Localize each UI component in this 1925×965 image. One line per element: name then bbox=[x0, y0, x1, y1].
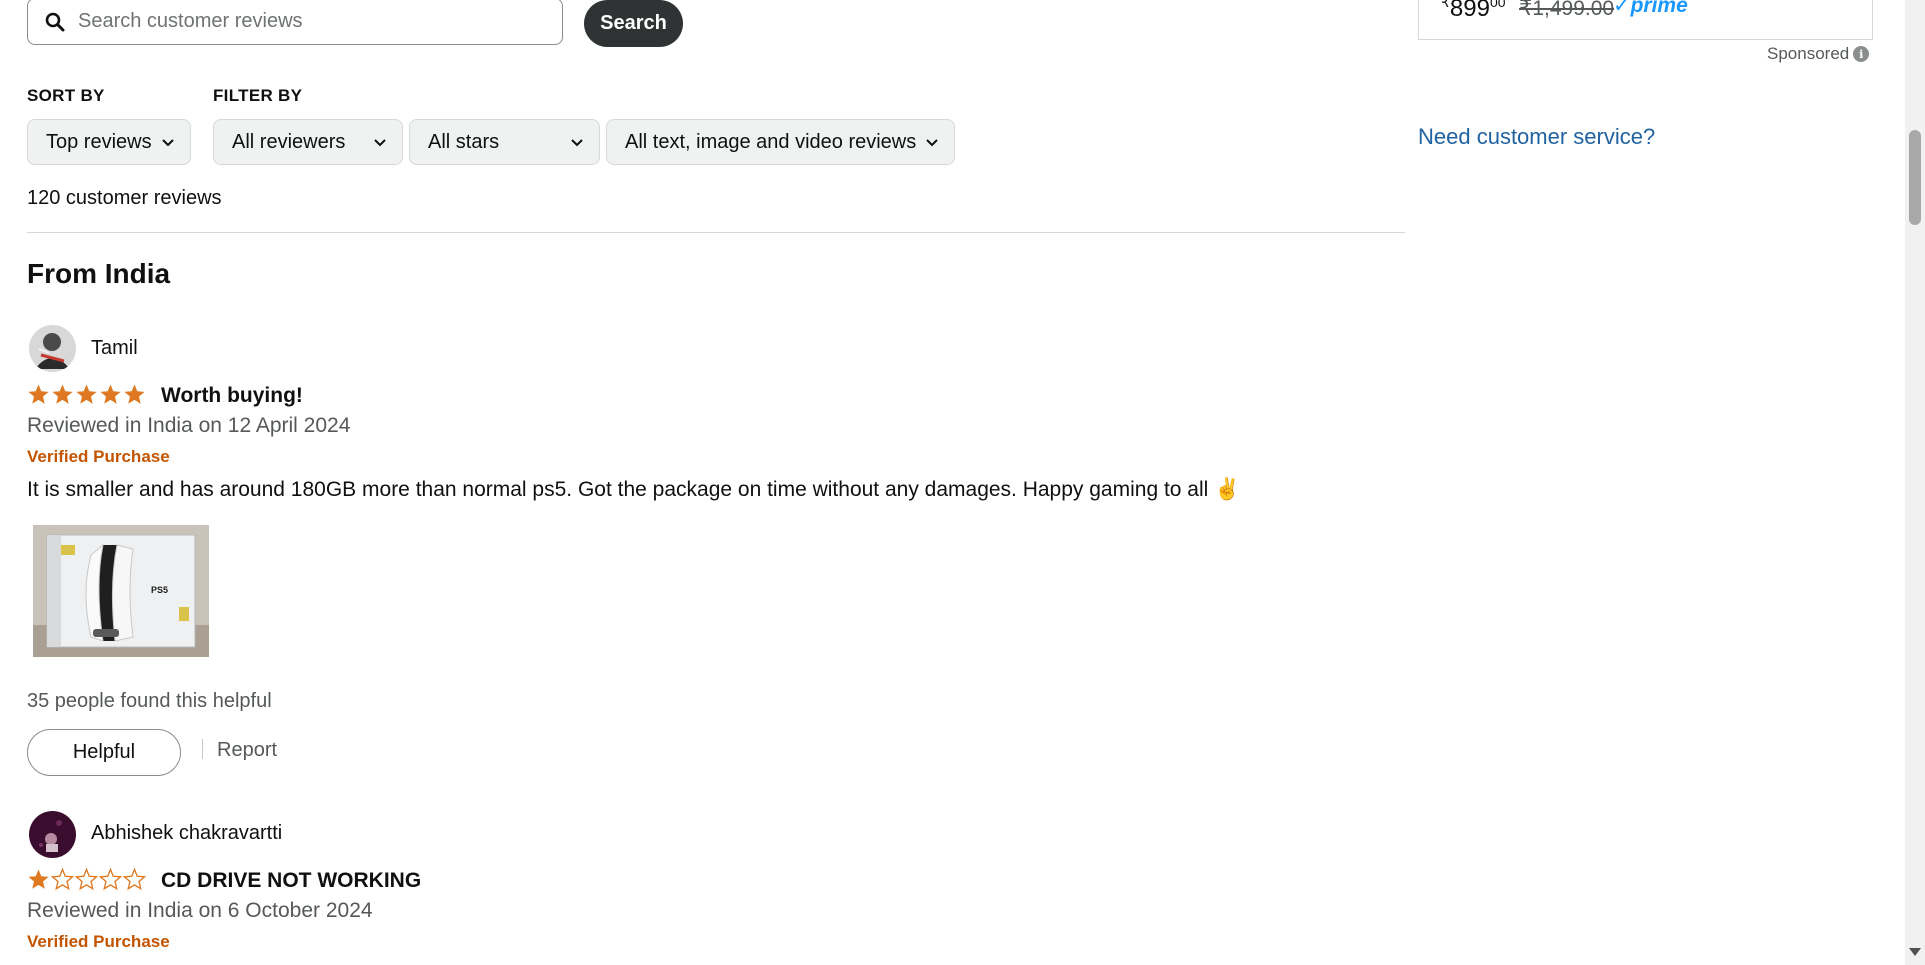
star-filled-icon bbox=[52, 384, 73, 404]
reviewer-filter-dropdown[interactable]: All reviewers bbox=[213, 119, 403, 165]
star-rating[interactable] bbox=[27, 868, 146, 891]
sort-dropdown[interactable]: Top reviews bbox=[27, 119, 191, 165]
review-search-box[interactable] bbox=[27, 0, 563, 45]
review-date: Reviewed in India on 6 October 2024 bbox=[27, 899, 373, 922]
chevron-down-icon bbox=[571, 139, 583, 147]
sponsored-text: Sponsored bbox=[1767, 44, 1850, 63]
sponsored-label[interactable]: Sponsored i bbox=[1767, 44, 1870, 64]
avatar[interactable] bbox=[29, 325, 76, 372]
scroll-down-arrow-icon[interactable] bbox=[1909, 948, 1921, 956]
review-date: Reviewed in India on 12 April 2024 bbox=[27, 414, 351, 437]
prime-badge: ✓prime bbox=[1613, 0, 1688, 17]
star-empty-icon bbox=[99, 868, 122, 891]
info-icon[interactable]: i bbox=[1853, 46, 1870, 62]
reviewer-name[interactable]: Abhishek chakravartti bbox=[91, 822, 282, 845]
star-empty-icon bbox=[123, 868, 146, 891]
divider bbox=[202, 739, 203, 759]
review-image-thumbnail[interactable]: PS5 bbox=[33, 525, 209, 657]
search-icon bbox=[42, 9, 68, 35]
star-filter-dropdown[interactable]: All stars bbox=[409, 119, 600, 165]
svg-text:PS5: PS5 bbox=[151, 585, 168, 595]
helpful-button[interactable]: Helpful bbox=[27, 729, 181, 776]
review-title[interactable]: CD DRIVE NOT WORKING bbox=[161, 869, 421, 893]
divider bbox=[27, 232, 1405, 233]
media-filter-dropdown[interactable]: All text, image and video reviews bbox=[606, 119, 955, 165]
currency-symbol: ₹ bbox=[1441, 0, 1450, 10]
verified-purchase-badge: Verified Purchase bbox=[27, 932, 170, 951]
star-filled-icon bbox=[28, 869, 49, 889]
media-filter-value: All text, image and video reviews bbox=[625, 130, 917, 153]
reviewer-filter-value: All reviewers bbox=[232, 130, 346, 153]
price-whole: 899 bbox=[1449, 0, 1490, 22]
review-body: It is smaller and has around 180GB more … bbox=[27, 478, 1241, 501]
scrollbar-thumb[interactable] bbox=[1909, 130, 1921, 225]
chevron-down-icon bbox=[374, 139, 386, 147]
star-filled-icon bbox=[100, 384, 121, 404]
ad-old-price: ₹1,499.00 bbox=[1519, 0, 1615, 20]
avatar[interactable] bbox=[29, 811, 76, 858]
price-fraction: 00 bbox=[1489, 0, 1506, 10]
verified-purchase-badge: Verified Purchase bbox=[27, 447, 170, 466]
star-filled-icon bbox=[76, 384, 97, 404]
search-button[interactable]: Search bbox=[584, 0, 683, 47]
star-empty-icon bbox=[51, 868, 74, 891]
helpful-count: 35 people found this helpful bbox=[27, 690, 272, 712]
star-filter-value: All stars bbox=[428, 130, 500, 153]
chevron-down-icon bbox=[926, 139, 938, 147]
sort-by-label: SORT BY bbox=[27, 86, 105, 105]
star-empty-icon bbox=[75, 868, 98, 891]
reviewer-name[interactable]: Tamil bbox=[91, 337, 138, 360]
customer-service-link[interactable]: Need customer service? bbox=[1418, 124, 1655, 150]
search-input[interactable] bbox=[76, 9, 560, 34]
star-filled-icon bbox=[28, 384, 49, 404]
star-filled-icon bbox=[124, 384, 145, 404]
chevron-down-icon bbox=[162, 139, 174, 147]
section-heading: From India bbox=[27, 258, 171, 289]
filter-by-label: FILTER BY bbox=[213, 86, 303, 105]
sort-dropdown-value: Top reviews bbox=[46, 130, 152, 153]
star-rating[interactable] bbox=[27, 383, 146, 406]
report-link[interactable]: Report bbox=[217, 739, 277, 762]
ad-price: ₹89900 bbox=[1441, 0, 1506, 23]
reviews-count: 120 customer reviews bbox=[27, 187, 222, 209]
review-title[interactable]: Worth buying! bbox=[161, 384, 303, 408]
